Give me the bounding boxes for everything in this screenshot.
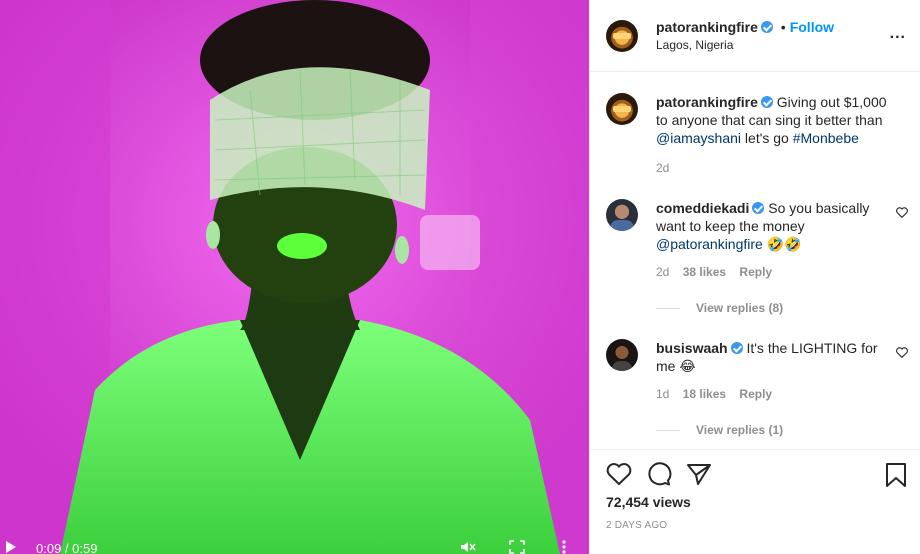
- comment-username[interactable]: comeddiekadi: [656, 200, 749, 216]
- fullscreen-icon[interactable]: [509, 540, 525, 554]
- video-time: 0:09 / 0:59: [36, 541, 98, 554]
- post-timestamp[interactable]: 2 DAYS AGO: [606, 520, 667, 531]
- avatar[interactable]: [606, 199, 638, 231]
- heart-icon[interactable]: [896, 347, 908, 358]
- avatar[interactable]: [606, 19, 638, 52]
- post-sidebar: patorankingfire • Follow Lagos, Nigeria .…: [589, 0, 920, 554]
- follow-button[interactable]: Follow: [790, 19, 834, 35]
- separator-dot: •: [780, 18, 786, 35]
- view-replies-button[interactable]: View replies (1): [656, 423, 783, 437]
- caption-text-part: let's go: [744, 130, 789, 146]
- video-player[interactable]: 0:09 / 0:59: [0, 0, 589, 554]
- mention-link[interactable]: @patorankingfire: [656, 236, 763, 252]
- comment-text: busiswaah It's the LIGHTING for me 😂: [656, 339, 890, 375]
- reply-button[interactable]: Reply: [739, 265, 772, 279]
- caption: patorankingfire Giving out $1,000 to any…: [606, 93, 890, 175]
- avatar[interactable]: [606, 339, 638, 371]
- view-replies-label: View replies (8): [696, 301, 784, 315]
- post-header: patorankingfire • Follow Lagos, Nigeria .…: [590, 0, 920, 72]
- emoji: 🤣🤣: [766, 236, 802, 252]
- verified-icon: [752, 202, 765, 214]
- verified-icon: [760, 20, 773, 33]
- menu-dots-icon[interactable]: [556, 540, 572, 554]
- divider: [656, 429, 680, 431]
- avatar[interactable]: [606, 93, 638, 125]
- instagram-post: 0:09 / 0:59 patorankingfire • Follow Lago…: [0, 0, 920, 554]
- mute-icon[interactable]: [460, 540, 476, 554]
- video-frame: [0, 0, 589, 554]
- caption-age[interactable]: 2d: [656, 161, 669, 175]
- comment-text: comeddiekadi So you basically want to ke…: [656, 199, 890, 253]
- reply-button[interactable]: Reply: [739, 387, 772, 401]
- like-heart-icon[interactable]: [606, 462, 632, 486]
- comment-likes[interactable]: 18 likes: [683, 387, 726, 401]
- comment-likes[interactable]: 38 likes: [683, 265, 726, 279]
- caption-text: patorankingfire Giving out $1,000 to any…: [656, 93, 890, 147]
- more-options-button[interactable]: ...: [890, 26, 906, 42]
- comment-age[interactable]: 1d: [656, 387, 669, 401]
- comment: busiswaah It's the LIGHTING for me 😂 1d …: [606, 339, 908, 401]
- mention-link[interactable]: @iamayshani: [656, 130, 741, 146]
- comment: comeddiekadi So you basically want to ke…: [606, 199, 908, 279]
- view-replies-label: View replies (1): [696, 423, 784, 437]
- play-icon[interactable]: [6, 541, 16, 553]
- header-username[interactable]: patorankingfire: [656, 19, 758, 35]
- emoji: 😂: [679, 358, 696, 374]
- divider: [656, 307, 680, 309]
- comment-icon[interactable]: [646, 462, 672, 486]
- video-controls: 0:09 / 0:59: [0, 532, 589, 554]
- hashtag-link[interactable]: #Monbebe: [793, 130, 859, 146]
- heart-icon[interactable]: [896, 207, 908, 218]
- caption-username[interactable]: patorankingfire: [656, 94, 758, 110]
- view-count[interactable]: 72,454 views: [606, 494, 691, 510]
- verified-icon: [730, 342, 743, 354]
- comment-age[interactable]: 2d: [656, 265, 669, 279]
- comment-username[interactable]: busiswaah: [656, 340, 728, 356]
- share-icon[interactable]: [686, 462, 712, 486]
- view-replies-button[interactable]: View replies (8): [656, 301, 783, 315]
- verified-icon: [760, 96, 773, 108]
- location-link[interactable]: Lagos, Nigeria: [656, 36, 834, 54]
- comments-list: patorankingfire Giving out $1,000 to any…: [590, 73, 920, 449]
- post-actions: 72,454 views 2 DAYS AGO: [590, 449, 920, 554]
- bookmark-icon[interactable]: [884, 462, 908, 488]
